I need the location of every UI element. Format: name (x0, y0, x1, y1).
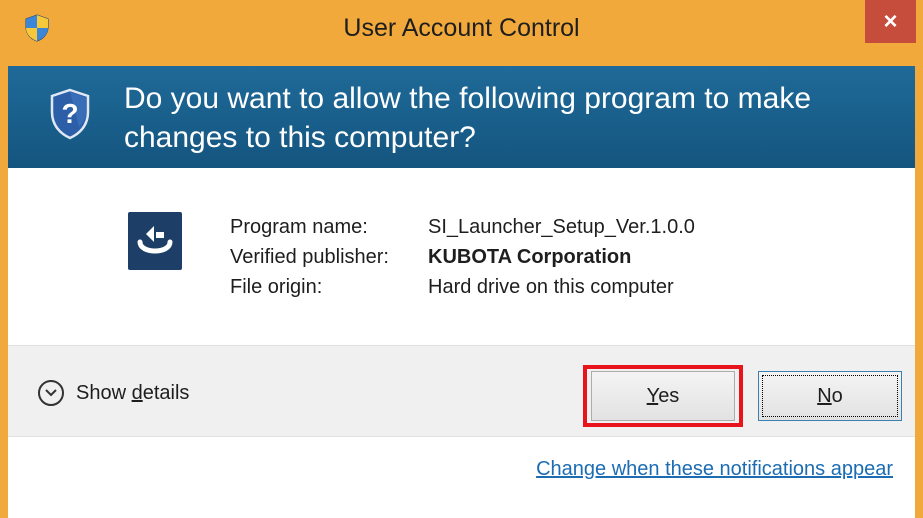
focus-rectangle (762, 375, 898, 417)
program-details: Program name: SI_Launcher_Setup_Ver.1.0.… (230, 216, 695, 306)
svg-text:?: ? (61, 98, 78, 129)
yes-button[interactable]: Yes (591, 371, 735, 421)
button-bar: Show details Yes No (8, 345, 915, 437)
question-shield-icon: ? (50, 88, 90, 140)
prompt-header: ? Do you want to allow the following pro… (8, 66, 915, 168)
uac-window: User Account Control × ? Do you want to … (0, 0, 923, 518)
show-details-label: Show details (76, 381, 190, 404)
yes-label: Yes (646, 384, 680, 407)
program-icon (128, 212, 182, 270)
publisher-value: KUBOTA Corporation (428, 246, 632, 268)
chevron-down-icon (38, 380, 64, 406)
title-bar[interactable]: User Account Control × (0, 0, 923, 66)
show-details-button[interactable]: Show details (38, 380, 189, 406)
no-button[interactable]: No (758, 371, 902, 421)
launcher-logo-icon (137, 226, 173, 254)
close-button[interactable]: × (865, 0, 916, 43)
program-name-value: SI_Launcher_Setup_Ver.1.0.0 (428, 216, 695, 238)
origin-label: File origin: (230, 276, 323, 298)
dialog-body: ? Do you want to allow the following pro… (8, 66, 915, 518)
prompt-question: Do you want to allow the following progr… (124, 82, 812, 154)
detail-row-publisher: Verified publisher: KUBOTA Corporation (230, 246, 695, 276)
program-name-label: Program name: (230, 216, 368, 238)
publisher-label: Verified publisher: (230, 246, 389, 268)
detail-row-program-name: Program name: SI_Launcher_Setup_Ver.1.0.… (230, 216, 695, 246)
origin-value: Hard drive on this computer (428, 276, 674, 298)
window-title: User Account Control (343, 14, 580, 42)
detail-row-origin: File origin: Hard drive on this computer (230, 276, 695, 306)
change-notifications-link[interactable]: Change when these notifications appear (536, 458, 893, 481)
close-icon: × (883, 7, 898, 35)
